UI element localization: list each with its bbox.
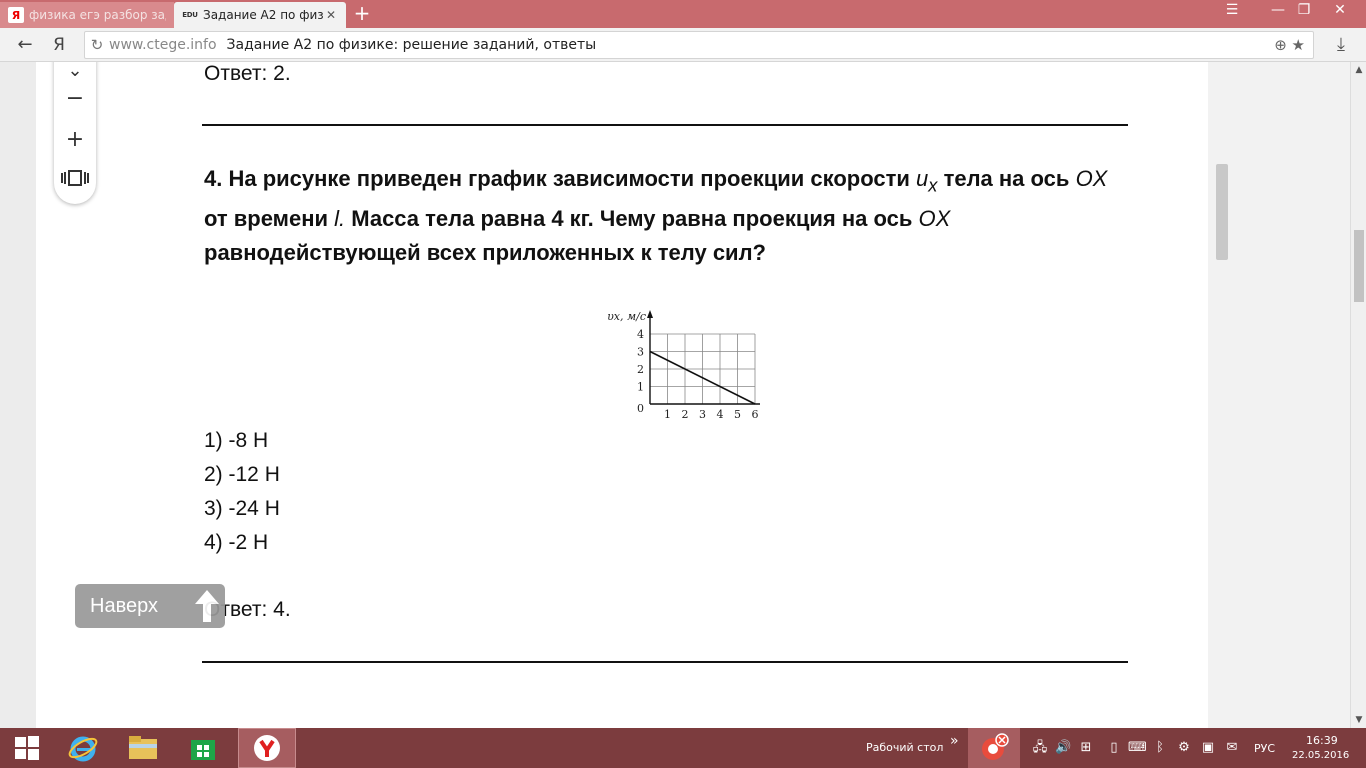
- page-content: ⌄ − + Ответ: 2. 4. На рисунке приведен г…: [36, 62, 1208, 728]
- action-center-icon[interactable]: ✉: [1224, 740, 1240, 756]
- tab-yandex-search[interactable]: Я физика егэ разбор зад: [0, 2, 174, 28]
- y-axis-label: υx, м/с: [607, 310, 646, 323]
- windows-flag-icon[interactable]: ⊞: [1078, 740, 1094, 756]
- menu-icon[interactable]: ☰: [1220, 0, 1244, 22]
- divider: [202, 661, 1128, 663]
- app-badge-icon: [982, 733, 1009, 760]
- vertical-scrollbar[interactable]: ▲ ▼: [1350, 62, 1366, 728]
- previous-answer: Ответ: 2.: [204, 62, 291, 85]
- scrollbar-thumb[interactable]: [1354, 230, 1364, 302]
- y-tick-label: 2: [637, 363, 644, 376]
- scroll-up-icon[interactable]: ▲: [1351, 62, 1366, 78]
- option-3: 3) -24 Н: [204, 497, 280, 520]
- back-to-top-button[interactable]: Наверх: [75, 584, 225, 628]
- yandex-favicon-icon: Я: [8, 7, 24, 23]
- x-tick-label: 5: [734, 408, 741, 421]
- origin-label: 0: [637, 402, 644, 415]
- back-arrow-icon[interactable]: ←: [14, 34, 36, 56]
- tab-title: Задание А2 по физике: [203, 8, 324, 22]
- minimize-icon[interactable]: —: [1266, 0, 1290, 22]
- volume-icon[interactable]: 🔊: [1055, 740, 1071, 756]
- zoom-out-icon[interactable]: −: [54, 82, 96, 116]
- language-indicator[interactable]: РУС: [1254, 742, 1275, 755]
- store-icon: [191, 740, 215, 760]
- toolbar-chevron-icon[interactable]: »: [950, 733, 959, 749]
- yandex-browser-icon: [254, 735, 280, 761]
- desktop-label[interactable]: Рабочий стол: [866, 741, 943, 754]
- option-1: 1) -8 Н: [204, 429, 269, 452]
- x-tick-label: 2: [682, 408, 689, 421]
- network-icon[interactable]: 🖧: [1032, 740, 1048, 756]
- x-tick-label: 1: [664, 408, 671, 421]
- reload-icon[interactable]: ↻: [85, 36, 109, 54]
- tab-ctege[interactable]: EDU Задание А2 по физике ✕: [174, 2, 346, 28]
- tab-title: физика егэ разбор зад: [29, 8, 166, 22]
- back-to-top-label: Наверх: [90, 594, 158, 617]
- clock-date[interactable]: 22.05.2016: [1292, 750, 1349, 761]
- taskbar-yandex-browser[interactable]: [238, 728, 296, 768]
- folder-icon: [129, 736, 157, 759]
- bluetooth-icon[interactable]: ᛒ: [1152, 740, 1168, 756]
- close-icon[interactable]: ✕: [1322, 0, 1358, 22]
- fit-width-icon[interactable]: [54, 164, 96, 198]
- url-input[interactable]: ↻ www.ctege.info Задание А2 по физике: р…: [84, 31, 1314, 59]
- inner-scrollbar-thumb[interactable]: [1216, 164, 1228, 260]
- yandex-logo-icon[interactable]: Я: [48, 34, 70, 56]
- y-tick-label: 4: [637, 328, 644, 341]
- y-tick-label: 1: [637, 381, 644, 394]
- tray-window-icon[interactable]: ▣: [1200, 740, 1216, 756]
- y-tick-label: 3: [637, 346, 644, 359]
- scroll-down-icon[interactable]: ▼: [1351, 712, 1366, 728]
- edu-favicon-icon: EDU: [182, 11, 198, 19]
- start-button[interactable]: [0, 728, 54, 768]
- url-tools: ⊕ ★: [1274, 36, 1305, 54]
- taskbar-internet-explorer[interactable]: [56, 728, 110, 768]
- tab-close-icon[interactable]: ✕: [324, 8, 338, 22]
- taskbar-store[interactable]: [176, 728, 230, 768]
- page-background-right: [1208, 62, 1350, 728]
- y-axis-arrow: [647, 310, 653, 318]
- divider: [202, 124, 1128, 126]
- option-4: 4) -2 Н: [204, 531, 269, 554]
- bookmark-star-icon[interactable]: ★: [1292, 36, 1305, 54]
- zoom-widget: ⌄ − +: [54, 62, 96, 204]
- taskbar-app-badge[interactable]: [968, 728, 1020, 768]
- velocity-time-chart: 12345612340υx, м/сt, с: [607, 310, 760, 421]
- battery-icon[interactable]: ▯: [1106, 740, 1122, 756]
- address-bar: ← Я ↻ www.ctege.info Задание А2 по физик…: [0, 28, 1366, 62]
- arrow-up-icon: [195, 590, 219, 622]
- option-2: 2) -12 Н: [204, 463, 280, 486]
- fit-width-glyph: [61, 170, 89, 186]
- new-tab-button[interactable]: +: [351, 2, 373, 26]
- url-host: www.ctege.info: [109, 37, 217, 53]
- tab-bar: Я физика егэ разбор зад EDU Задание А2 п…: [0, 0, 1366, 28]
- clock-time[interactable]: 16:39: [1306, 734, 1338, 747]
- keyboard-icon[interactable]: ⌨: [1128, 740, 1147, 756]
- x-tick-label: 3: [699, 408, 706, 421]
- taskbar-file-explorer[interactable]: [116, 728, 170, 768]
- x-tick-label: 4: [717, 408, 724, 421]
- url-page-title: Задание А2 по физике: решение заданий, о…: [226, 37, 597, 53]
- internet-explorer-icon: [68, 736, 98, 762]
- windows-taskbar: Рабочий стол » 🖧 🔊 ⊞ ▯ ⌨ ᛒ ⚙ ▣ ✉ РУС 16:…: [0, 728, 1366, 768]
- antivirus-icon[interactable]: ⚙: [1176, 740, 1192, 756]
- zoom-icon[interactable]: ⊕: [1274, 36, 1287, 54]
- windows-logo-icon: [15, 736, 39, 760]
- restore-icon[interactable]: ❐: [1292, 0, 1316, 22]
- download-icon[interactable]: ⤓: [1330, 34, 1352, 56]
- question-text: 4. На рисунке приведен график зависимост…: [204, 166, 1108, 266]
- x-tick-label: 6: [752, 408, 759, 421]
- zoom-in-icon[interactable]: +: [54, 123, 96, 157]
